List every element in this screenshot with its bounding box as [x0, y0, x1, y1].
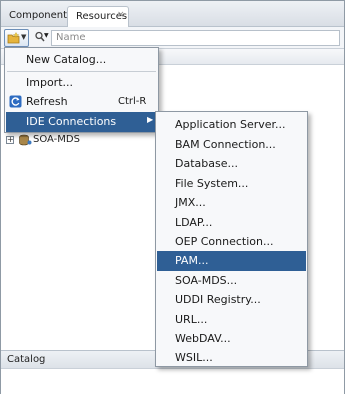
menu-item-import[interactable]: Import... [6, 73, 157, 93]
menu-separator [7, 71, 156, 72]
menu-item-label: Refresh [26, 95, 68, 108]
menu-item-label: File System... [175, 177, 249, 190]
submenu-item-oep-connection[interactable]: OEP Connection... [157, 232, 306, 252]
resources-panel: Components Resources × ▼ ▼ Name + SOA-MD… [0, 0, 345, 394]
menu-item-label: URL... [175, 313, 208, 326]
submenu-item-soa-mds[interactable]: SOA-MDS... [157, 271, 306, 291]
tab-components[interactable]: Components [1, 6, 72, 27]
new-resource-button[interactable]: ▼ [4, 29, 29, 47]
menu-item-label: IDE Connections [26, 115, 117, 128]
menu-item-label: Application Server... [175, 118, 286, 131]
menu-item-new-catalog[interactable]: New Catalog... [6, 50, 157, 70]
search-icon[interactable]: ▼ [35, 31, 49, 45]
menu-item-label: Database... [175, 157, 238, 170]
menu-item-label: New Catalog... [26, 53, 107, 66]
submenu-item-database[interactable]: Database... [157, 154, 306, 174]
refresh-icon [9, 95, 22, 108]
menu-item-label: UDDI Registry... [175, 293, 261, 306]
expand-icon[interactable]: + [6, 136, 14, 144]
new-catalog-icon [7, 32, 20, 44]
menu-item-label: WebDAV... [175, 332, 231, 345]
menu-item-label: Import... [26, 76, 73, 89]
submenu-item-file-system[interactable]: File System... [157, 174, 306, 194]
submenu-item-uddi-registry[interactable]: UDDI Registry... [157, 290, 306, 310]
menu-item-label: SOA-MDS... [175, 274, 238, 287]
search-options-chevron-icon: ▼ [44, 32, 49, 39]
mds-connection-icon [19, 134, 32, 146]
submenu-item-wsil[interactable]: WSIL... [157, 348, 306, 368]
shortcut-label: Ctrl-R [118, 96, 147, 107]
toolbar: ▼ ▼ Name [1, 27, 344, 49]
tab-strip: Components Resources × [1, 1, 344, 27]
menu-item-label: WSIL... [175, 351, 213, 364]
menu-item-label: PAM... [175, 254, 209, 267]
submenu-item-ldap[interactable]: LDAP... [157, 213, 306, 233]
menu-item-label: OEP Connection... [175, 235, 274, 248]
submenu-item-jmx[interactable]: JMX... [157, 193, 306, 213]
menu-item-label: BAM Connection... [175, 138, 276, 151]
menu-item-refresh[interactable]: Refresh Ctrl-R [6, 92, 157, 112]
tree-item-label: SOA-MDS [33, 134, 80, 145]
search-input[interactable]: Name [51, 30, 340, 46]
menu-item-label: LDAP... [175, 216, 213, 229]
close-icon[interactable]: × [117, 10, 125, 20]
chevron-down-icon: ▼ [21, 33, 27, 41]
submenu-item-webdav[interactable]: WebDAV... [157, 329, 306, 349]
submenu-arrow-icon: ▶ [147, 115, 154, 124]
submenu-item-url[interactable]: URL... [157, 310, 306, 330]
menu-item-ide-connections[interactable]: IDE Connections ▶ [6, 112, 157, 132]
menu-item-label: JMX... [175, 196, 206, 209]
submenu-item-bam-connection[interactable]: BAM Connection... [157, 135, 306, 155]
context-menu: New Catalog... Import... Refresh Ctrl-R … [4, 47, 159, 133]
submenu-item-application-server[interactable]: Application Server... [157, 115, 306, 135]
submenu-item-pam[interactable]: PAM... [157, 251, 306, 271]
ide-connections-submenu: Application Server... BAM Connection... … [155, 111, 308, 367]
